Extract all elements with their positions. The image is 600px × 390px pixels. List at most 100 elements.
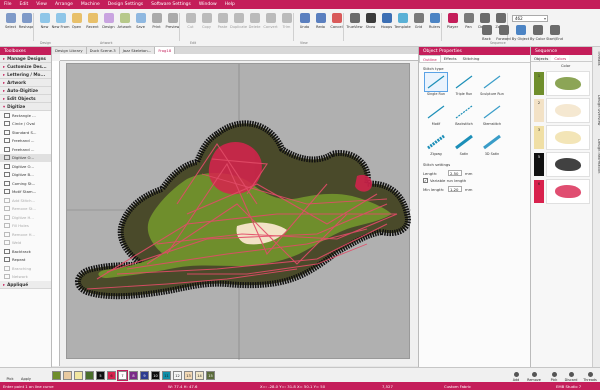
sequence-tab-colors[interactable]: Colors xyxy=(551,55,570,61)
menu-file[interactable]: File xyxy=(0,2,16,7)
toolbox-section-applique[interactable]: ▸ Appliqué xyxy=(0,281,51,289)
palette-add-button[interactable]: Add xyxy=(508,369,524,382)
toolbox-tool-12[interactable]: Remove St... xyxy=(0,205,51,214)
toolbox-tool-10[interactable]: Motif Stam... xyxy=(0,188,51,197)
grid-button[interactable]: Grid xyxy=(410,12,427,42)
variable-run-length-checkbox[interactable]: ✓ xyxy=(423,178,428,183)
length-field[interactable]: 2.50 xyxy=(448,170,462,176)
toolbox-section-edit-objects[interactable]: ▸ Edit Objects xyxy=(0,95,51,103)
palette-apply-button[interactable]: Apply xyxy=(20,370,32,381)
select-button[interactable]: Select xyxy=(2,12,19,42)
new-from-button[interactable]: New From xyxy=(52,12,69,42)
design-button[interactable]: Design xyxy=(100,12,117,42)
document-tab-duck-scene-3[interactable]: Duck Scene.3 xyxy=(86,47,120,54)
min-length-field[interactable]: 1.20 xyxy=(448,186,462,192)
toolbox-section-lettering-mo[interactable]: ▸ Lettering / Mo... xyxy=(0,71,51,79)
menu-window[interactable]: Window xyxy=(195,2,221,7)
thread-color-chip[interactable]: 13 xyxy=(184,371,193,380)
tab-effects[interactable]: Effects xyxy=(441,55,460,62)
menu-view[interactable]: View xyxy=(32,2,51,7)
stitch-type-3d-satin[interactable]: 3D Satin xyxy=(479,133,505,161)
save-button[interactable]: Save xyxy=(132,12,149,42)
sequence-color-row[interactable]: 1 xyxy=(533,71,591,96)
thread-color-chip[interactable]: 7 xyxy=(117,370,128,381)
hoops-button[interactable]: Hoops xyxy=(378,12,395,42)
cut-button[interactable]: Cut xyxy=(182,12,199,42)
toolbox-tool-17[interactable]: Backtrack xyxy=(0,247,51,256)
frog-design[interactable] xyxy=(67,64,411,360)
thread-color-chip[interactable]: 14 xyxy=(195,371,204,380)
thread-color-chip[interactable] xyxy=(52,371,61,380)
sequence-color-row[interactable]: 2 xyxy=(533,98,591,123)
menu-design-settings[interactable]: Design Settings xyxy=(104,2,147,7)
toolbox-tool-3[interactable]: Standard S... xyxy=(0,128,51,137)
template-button[interactable]: Template xyxy=(394,12,411,42)
toolbox-section-customize-des[interactable]: ▸ Customize Des... xyxy=(0,63,51,71)
palette-remove-button[interactable]: Remove xyxy=(526,369,542,382)
toolbox-tool-20[interactable]: Network xyxy=(0,273,51,282)
pan-button[interactable]: Pan xyxy=(460,12,477,42)
stitch-type-backstitch[interactable]: Backstitch xyxy=(451,103,477,131)
undo-button[interactable]: Undo xyxy=(296,12,313,42)
thread-color-chip[interactable]: 12 xyxy=(173,371,182,380)
toolbox-section-auto-digitize[interactable]: ▸ Auto-Digitize xyxy=(0,87,51,95)
toolbox-tool-13[interactable]: Digitize H... xyxy=(0,213,51,222)
trueview-button[interactable]: TrueView xyxy=(346,12,363,42)
toolbox-section-manage-designs[interactable]: ▸ Manage Designs xyxy=(0,55,51,63)
stitch-type-sculpture-run[interactable]: Sculpture Run xyxy=(479,73,505,101)
player-button[interactable]: Player xyxy=(444,12,461,42)
toolbox-tool-14[interactable]: Fill Holes xyxy=(0,222,51,231)
document-tab-frog18[interactable]: Frog18 xyxy=(155,47,176,54)
tab-outline[interactable]: Outline xyxy=(419,55,441,62)
hoop-area[interactable] xyxy=(66,63,411,360)
convert-button[interactable]: Convert xyxy=(262,12,279,42)
sequence-color-row[interactable]: 5 xyxy=(533,152,591,177)
palette-discard-button[interactable]: Discard xyxy=(563,369,579,382)
toolbox-tool-16[interactable]: Weld xyxy=(0,239,51,248)
sequence-color-row[interactable]: 6 xyxy=(533,179,591,204)
duplicate-button[interactable]: Duplicate xyxy=(230,12,247,42)
stitch-type-single-run[interactable]: Single Run xyxy=(423,72,449,101)
palette-threads-button[interactable]: Threads xyxy=(582,369,598,382)
toolbox-tool-6[interactable]: Digitize O... xyxy=(0,153,51,162)
menu-edit[interactable]: Edit xyxy=(16,2,33,7)
recent-button[interactable]: Recent xyxy=(84,12,101,42)
thread-color-chip[interactable]: 9 xyxy=(140,371,149,380)
thread-color-chip[interactable]: 8 xyxy=(129,371,138,380)
side-tab-design-overview[interactable]: Design Overview xyxy=(593,95,600,125)
toolbox-tool-15[interactable]: Remove H... xyxy=(0,230,51,239)
print-button[interactable]: Print xyxy=(148,12,165,42)
thread-color-chip[interactable] xyxy=(74,371,83,380)
toolbox-tool-5[interactable]: Freehand ... xyxy=(0,145,51,154)
thread-color-chip[interactable] xyxy=(63,371,72,380)
toolbox-tool-11[interactable]: Add Stitch... xyxy=(0,196,51,205)
thread-color-chip[interactable] xyxy=(85,371,94,380)
thread-color-chip[interactable]: 11 xyxy=(162,371,171,380)
toolbox-section-artwork[interactable]: ▸ Artwork xyxy=(0,79,51,87)
redo-button[interactable]: Redo xyxy=(312,12,329,42)
menu-help[interactable]: Help xyxy=(221,2,239,7)
copy-button[interactable]: Copy xyxy=(198,12,215,42)
stitch-type-stemstitch[interactable]: Stemstitch xyxy=(479,103,505,131)
thread-color-chip[interactable]: 6 xyxy=(107,371,116,380)
document-tab-design-library[interactable]: Design Library xyxy=(52,47,87,54)
menu-software-settings[interactable]: Software Settings xyxy=(147,2,195,7)
stitch-type-satin[interactable]: Satin xyxy=(451,133,477,161)
toolbox-tool-8[interactable]: Digitize B... xyxy=(0,171,51,180)
toolbox-tool-1[interactable]: Rectangle ... xyxy=(0,111,51,120)
toolbox-tool-9[interactable]: Coming St... xyxy=(0,179,51,188)
palette-pick-button[interactable]: Pick xyxy=(4,370,16,381)
tab-stitching[interactable]: Stitching xyxy=(460,55,483,62)
show-button[interactable]: Show xyxy=(362,12,379,42)
open-button[interactable]: Open xyxy=(68,12,85,42)
side-tab-threads[interactable]: Threads xyxy=(593,51,600,65)
thread-color-chip[interactable]: 5 xyxy=(96,371,105,380)
toolbox-tool-2[interactable]: Circle / Oval xyxy=(0,120,51,129)
toolbox-section-digitize[interactable]: ▾ Digitize xyxy=(0,103,51,111)
toolbox-tool-19[interactable]: Branching xyxy=(0,264,51,273)
thread-color-chip[interactable]: 15 xyxy=(206,371,215,380)
stitch-type-motif[interactable]: Motif xyxy=(423,103,449,131)
new-button[interactable]: New xyxy=(36,12,53,42)
delete-button[interactable]: Delete xyxy=(246,12,263,42)
sequence-tab-objects[interactable]: Objects xyxy=(531,55,551,61)
